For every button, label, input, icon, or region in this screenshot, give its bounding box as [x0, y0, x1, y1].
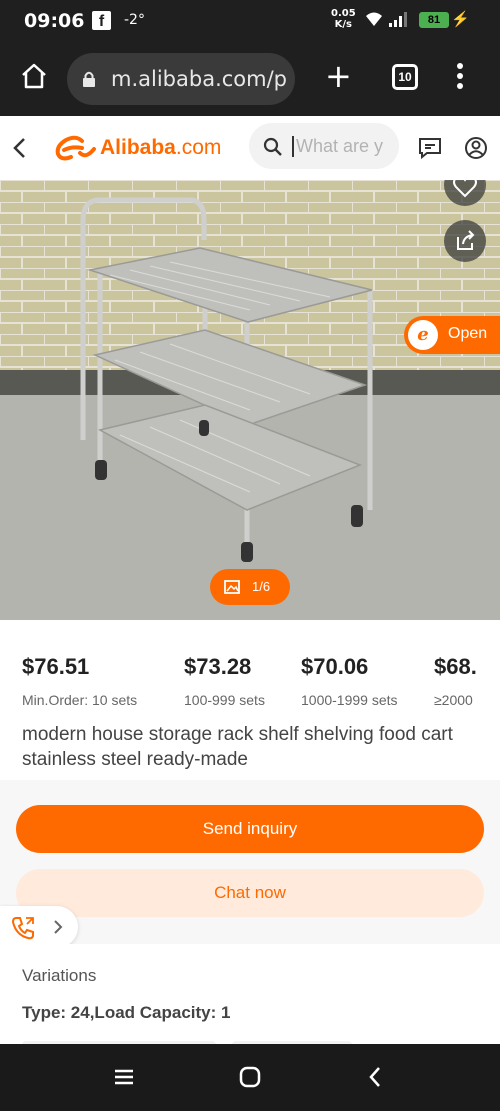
price-tier-3: $70.06 1000-1999 sets: [301, 654, 398, 708]
search-box[interactable]: What are y: [249, 123, 399, 169]
heart-icon: [453, 180, 477, 198]
site-header: Alibaba .com What are y: [0, 116, 500, 180]
variations-section[interactable]: Variations Type: 24,Load Capacity: 1: [0, 944, 500, 1051]
facebook-notification-icon: f: [92, 11, 111, 30]
home-icon[interactable]: [20, 62, 48, 90]
call-supplier-button[interactable]: [0, 906, 78, 948]
price-panel: $76.51 Min.Order: 10 sets $73.28 100-999…: [0, 620, 500, 780]
tier-quantity: Min.Order: 10 sets: [22, 692, 138, 708]
back-arrow-icon[interactable]: [8, 134, 32, 162]
price-tier-2: $73.28 100-999 sets: [184, 654, 265, 708]
brand-name: Alibaba: [100, 136, 176, 159]
tier-quantity: 100-999 sets: [184, 692, 265, 708]
alibaba-app-icon: e: [408, 320, 438, 350]
tab-switcher-button[interactable]: 10: [392, 64, 418, 90]
network-speed: 0.05 K/s: [331, 8, 356, 30]
send-inquiry-button[interactable]: Send inquiry: [16, 805, 484, 853]
address-text: m.alibaba.com/pr: [111, 67, 287, 91]
open-in-app-label: Open: [448, 325, 488, 342]
brand-tld: .com: [175, 136, 222, 159]
favorite-button[interactable]: [444, 180, 486, 206]
address-bar[interactable]: m.alibaba.com/pr: [67, 53, 295, 105]
tier-price: $76.51: [22, 654, 90, 679]
chevron-right-icon: [54, 920, 63, 934]
status-time: 09:06: [24, 10, 85, 32]
price-tier-4: $68. ≥2000: [434, 654, 500, 708]
status-bar: 09:06 f -2° 0.05 K/s 81 ⚡: [0, 0, 500, 44]
image-icon: [224, 580, 240, 594]
share-icon: [457, 230, 475, 250]
lock-icon: [83, 71, 95, 87]
more-vert-icon[interactable]: [452, 60, 468, 92]
alibaba-mark-icon: [55, 135, 96, 161]
account-icon[interactable]: [464, 136, 488, 160]
signal-icon: [389, 12, 407, 27]
network-speed-unit: K/s: [334, 19, 353, 30]
product-photo: [0, 180, 500, 620]
chat-now-button[interactable]: Chat now: [16, 869, 484, 917]
variation-value: Type: 24,Load Capacity: 1: [22, 1003, 231, 1022]
network-speed-value: 0.05: [331, 8, 356, 19]
open-in-app-button[interactable]: e Open: [404, 316, 500, 354]
wifi-icon: [366, 12, 382, 26]
message-icon[interactable]: [418, 136, 442, 160]
image-counter-text: 1/6: [252, 579, 271, 594]
search-icon: [263, 137, 282, 156]
tier-price: $73.28: [184, 654, 252, 679]
new-tab-button[interactable]: +: [325, 60, 352, 92]
price-tier-1: $76.51 Min.Order: 10 sets: [22, 654, 137, 708]
temperature-indicator: -2°: [124, 12, 145, 28]
recents-icon[interactable]: [112, 1065, 136, 1089]
battery-indicator: 81: [419, 12, 449, 28]
alibaba-logo[interactable]: Alibaba .com: [54, 133, 221, 163]
tier-price: $68.: [434, 654, 477, 679]
system-navigation-bar: [0, 1044, 500, 1111]
nav-back-icon[interactable]: [364, 1065, 388, 1089]
tier-price: $70.06: [301, 654, 369, 679]
tier-quantity: ≥2000: [434, 692, 473, 708]
charging-icon: ⚡: [451, 11, 470, 28]
phone-icon: [11, 917, 34, 940]
variations-heading: Variations: [22, 966, 97, 985]
product-title: modern house storage rack shelf shelving…: [22, 724, 453, 770]
image-counter[interactable]: 1/6: [210, 569, 290, 605]
home-circle-icon[interactable]: [238, 1065, 262, 1089]
tier-quantity: 1000-1999 sets: [301, 692, 398, 708]
browser-toolbar: m.alibaba.com/pr + 10: [0, 44, 500, 116]
share-button[interactable]: [444, 220, 486, 262]
search-input[interactable]: What are y: [292, 136, 392, 157]
product-image[interactable]: e Open 1/6: [0, 180, 500, 620]
